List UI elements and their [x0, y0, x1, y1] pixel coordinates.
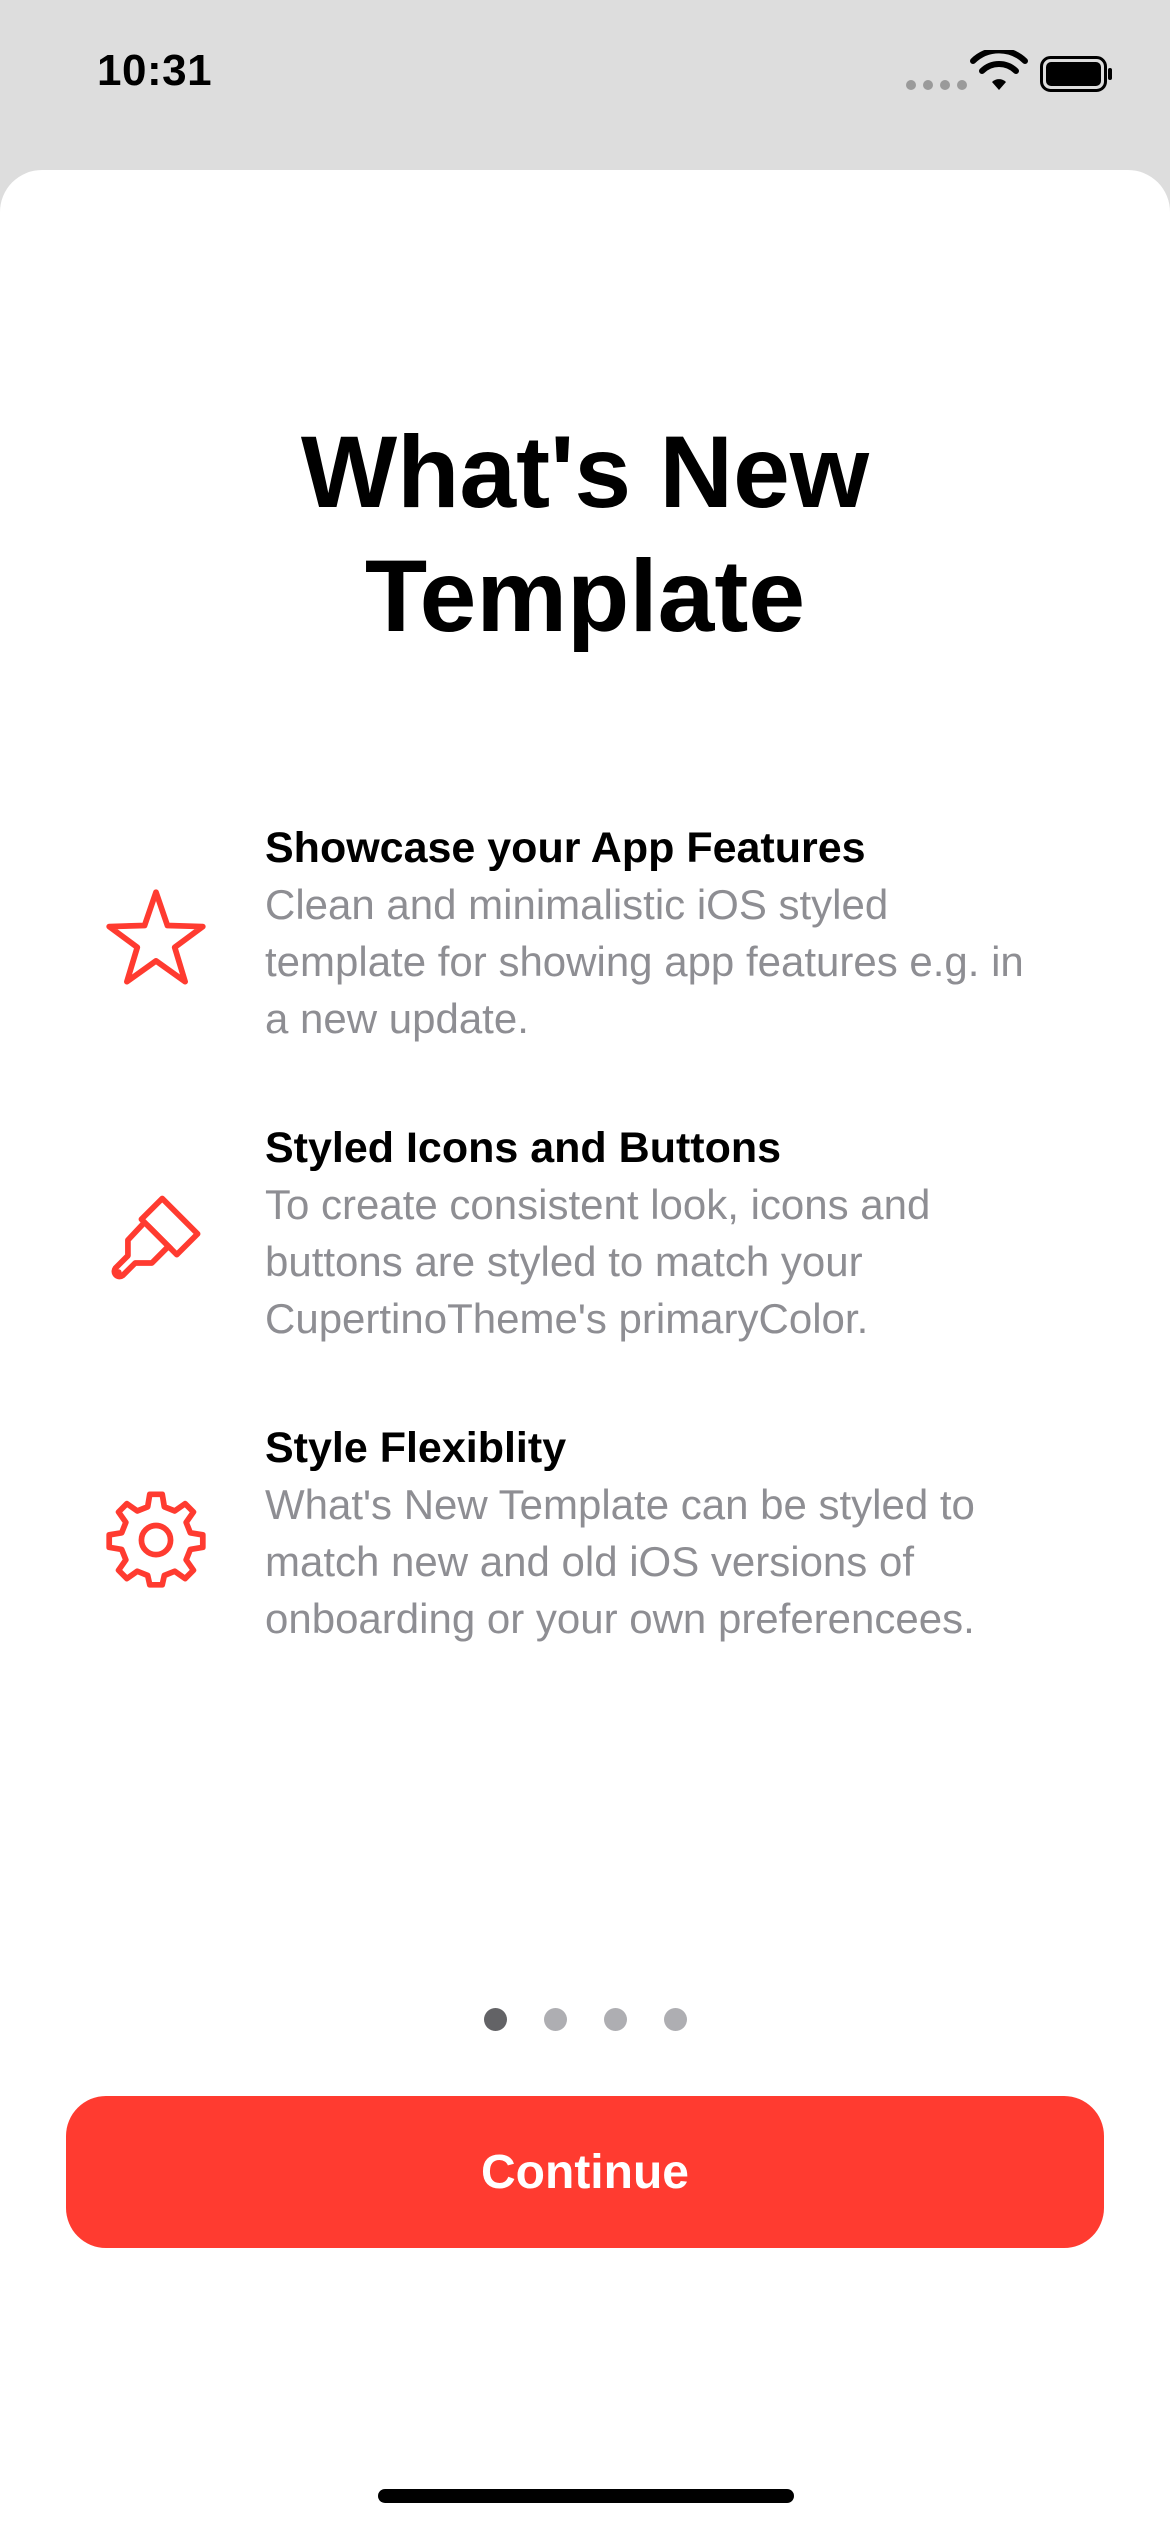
feature-description-line: Clean and minimalistic iOS styled [265, 881, 889, 928]
feature-description-line: a new update. [265, 995, 529, 1042]
feature-item-styled-icons: Styled Icons and Buttons To create consi… [0, 1120, 1170, 1360]
wifi-icon [970, 50, 1028, 90]
signal-dots-icon [906, 80, 967, 90]
feature-title: Styled Icons and Buttons [265, 1124, 782, 1172]
feature-item-style-flexibility: Style Flexiblity What's New Template can… [0, 1420, 1170, 1660]
feature-title: Style Flexiblity [265, 1424, 567, 1472]
feature-title: Showcase your App Features [265, 824, 866, 872]
page-indicator[interactable] [0, 2008, 1170, 2031]
feature-description-line: CupertinoTheme's primaryColor. [265, 1295, 869, 1342]
page-title-line-1: What's New [300, 415, 870, 529]
status-time: 10:31 [97, 46, 213, 95]
page-dot[interactable] [483, 2008, 507, 2031]
page-title-line-2: Template [364, 539, 806, 653]
feature-description: What's New Template can be styled to mat… [265, 1476, 1145, 1647]
feature-text: Style Flexiblity What's New Template can… [265, 1420, 1145, 1647]
star-icon [104, 886, 208, 990]
feature-text: Showcase your App Features Clean and min… [265, 820, 1145, 1047]
feature-description-line: template for showing app features e.g. i… [265, 938, 1024, 985]
battery-icon [1040, 56, 1112, 92]
feature-description-line: buttons are styled to match your [265, 1238, 863, 1285]
feature-description: Clean and minimalistic iOS styled templa… [265, 876, 1145, 1047]
status-bar: 10:31 [0, 0, 1170, 170]
feature-description-line: What's New Template can be styled to [265, 1481, 975, 1528]
feature-description: To create consistent look, icons and but… [265, 1176, 1145, 1347]
continue-button[interactable]: Continue [66, 2096, 1104, 2248]
gear-icon [104, 1486, 208, 1590]
page-title: What's New Template [0, 410, 1170, 658]
feature-item-showcase: Showcase your App Features Clean and min… [0, 820, 1170, 1060]
page-dot[interactable] [663, 2008, 687, 2031]
home-indicator[interactable] [378, 2489, 794, 2503]
feature-description-line: match new and old iOS versions of [265, 1538, 914, 1585]
feature-text: Styled Icons and Buttons To create consi… [265, 1120, 1145, 1347]
feature-description-line: onboarding or your own preferencees. [265, 1595, 975, 1642]
paintbrush-icon [104, 1186, 208, 1290]
feature-description-line: To create consistent look, icons and [265, 1181, 931, 1228]
page-dot[interactable] [603, 2008, 627, 2031]
page-dot[interactable] [543, 2008, 567, 2031]
